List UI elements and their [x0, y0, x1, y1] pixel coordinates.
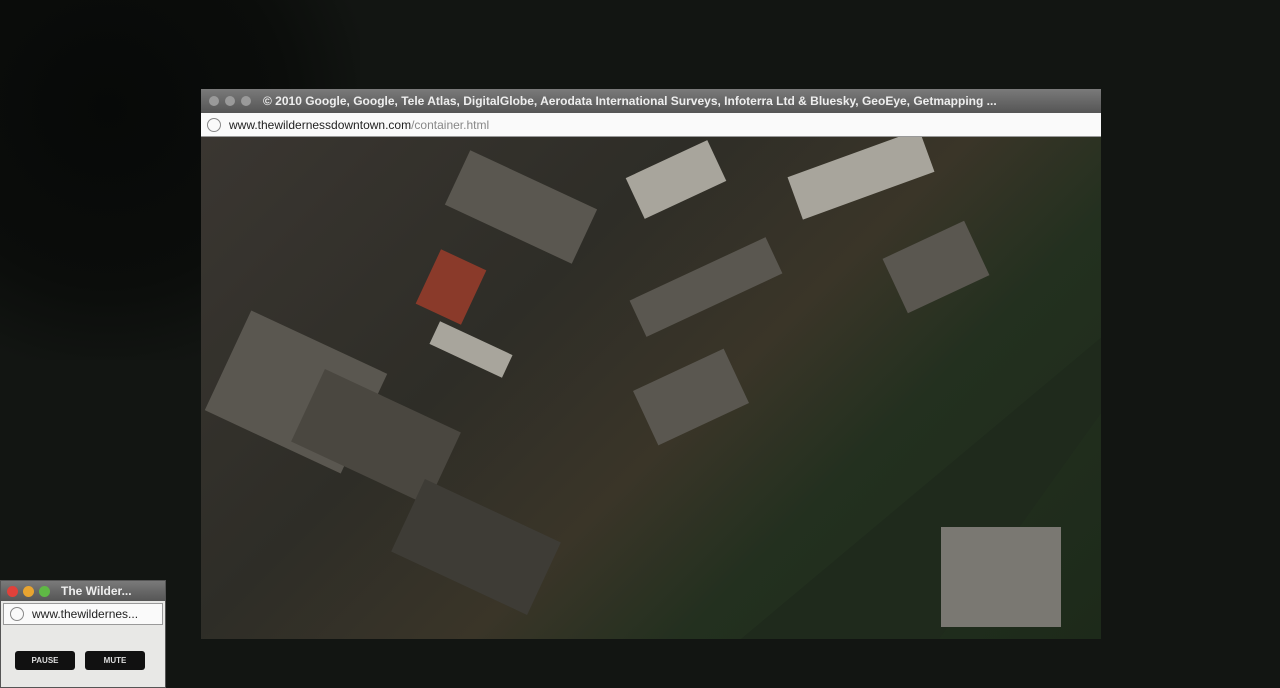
mute-button[interactable]: MUTE — [85, 651, 145, 670]
window-title: © 2010 Google, Google, Tele Atlas, Digit… — [263, 94, 997, 108]
pause-button[interactable]: PAUSE — [15, 651, 75, 670]
building — [787, 137, 935, 220]
mini-browser-window: The Wilder... www.thewildernes... PAUSE … — [0, 580, 166, 688]
mini-address-bar[interactable]: www.thewildernes... — [3, 603, 163, 625]
building — [444, 150, 598, 264]
browser-window: © 2010 Google, Google, Tele Atlas, Digit… — [201, 89, 1101, 639]
zoom-button[interactable] — [39, 585, 50, 597]
close-button[interactable] — [7, 585, 18, 597]
globe-icon — [10, 607, 24, 621]
building — [633, 348, 749, 446]
building — [429, 321, 513, 378]
building — [941, 527, 1061, 627]
address-bar[interactable]: www.thewildernessdowntown.com/container.… — [201, 113, 1101, 137]
mini-window-title: The Wilder... — [61, 584, 132, 598]
minimize-button[interactable] — [23, 585, 34, 597]
close-button[interactable] — [209, 96, 219, 106]
zoom-button[interactable] — [241, 96, 251, 106]
title-bar[interactable]: © 2010 Google, Google, Tele Atlas, Digit… — [201, 89, 1101, 113]
mini-url: www.thewildernes... — [32, 607, 139, 621]
satellite-map[interactable] — [201, 137, 1101, 639]
url-domain: www.thewildernessdowntown.com — [229, 117, 412, 132]
building — [629, 237, 783, 337]
globe-icon — [207, 117, 221, 132]
building — [391, 479, 561, 615]
mini-title-bar[interactable]: The Wilder... — [1, 581, 165, 601]
building — [882, 220, 990, 314]
building — [625, 140, 727, 219]
building — [415, 249, 487, 325]
url-path: /container.html — [411, 117, 490, 132]
minimize-button[interactable] — [225, 96, 235, 106]
